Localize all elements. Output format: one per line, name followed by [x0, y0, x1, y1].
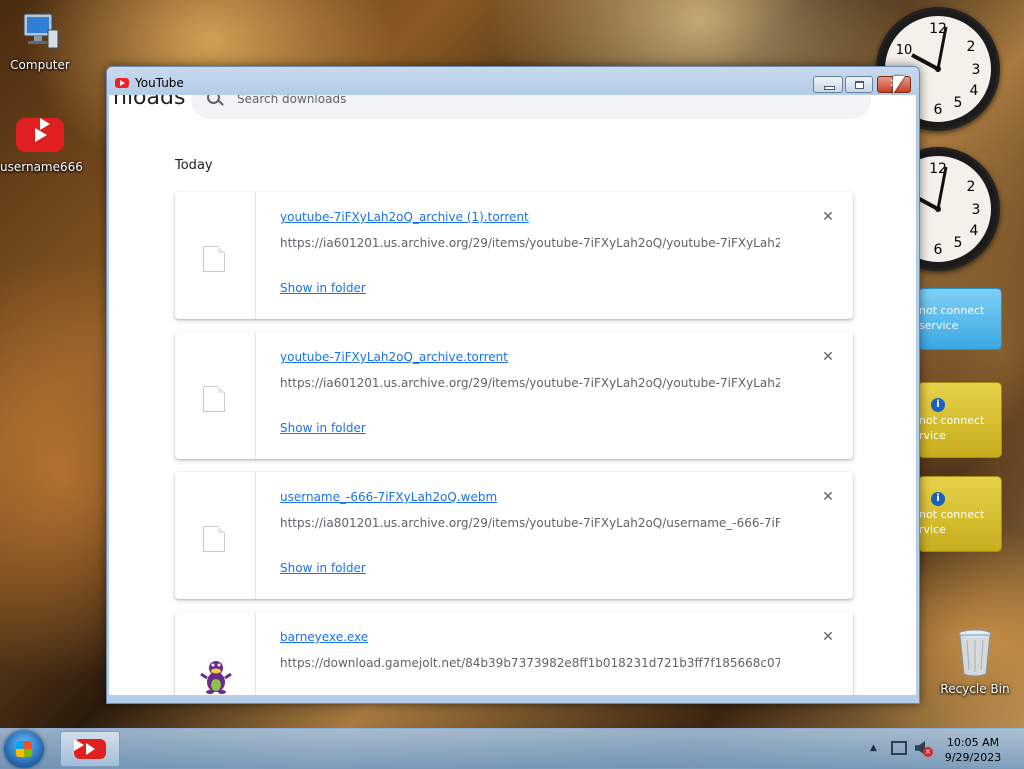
- download-url: https://ia601201.us.archive.org/29/items…: [280, 236, 780, 250]
- download-file-link[interactable]: username_-666-7iFXyLah2oQ.webm: [280, 490, 497, 504]
- mouse-cursor-icon: [893, 76, 905, 94]
- taskbar: ▲ × 10:05 AM 9/29/2023: [0, 728, 1024, 769]
- info-icon: i: [931, 492, 945, 506]
- search-input[interactable]: Search downloads: [237, 95, 346, 106]
- youtube-icon: [115, 78, 129, 88]
- svg-text:2: 2: [967, 39, 976, 55]
- gadget-text: rvice: [919, 429, 946, 442]
- show-in-folder-link[interactable]: Show in folder: [280, 421, 366, 435]
- date-section-title: Today: [175, 158, 213, 173]
- download-item: youtube-7iFXyLah2oQ_archive (1).torrent …: [175, 192, 853, 319]
- tray-date: 9/29/2023: [944, 751, 1002, 764]
- svg-text:4: 4: [970, 223, 979, 239]
- svg-text:2: 2: [967, 179, 976, 195]
- clock-tray[interactable]: 10:05 AM 9/29/2023: [940, 735, 1006, 765]
- desktop-icon-label: Computer: [10, 58, 70, 72]
- show-in-folder-link[interactable]: Show in folder: [280, 281, 366, 295]
- info-icon: i: [931, 398, 945, 412]
- download-url: https://ia601201.us.archive.org/29/items…: [280, 376, 780, 390]
- minimize-button[interactable]: [813, 76, 843, 93]
- mute-icon: ×: [923, 747, 933, 757]
- feed-gadget[interactable]: i not connect rvice: [918, 382, 1002, 458]
- search-bar[interactable]: Search downloads: [191, 95, 871, 119]
- gadget-text: not connect: [919, 414, 985, 427]
- gadget-text: rvice: [919, 523, 946, 536]
- download-file-link[interactable]: youtube-7iFXyLah2oQ_archive.torrent: [280, 350, 508, 364]
- download-item: youtube-7iFXyLah2oQ_archive.torrent http…: [175, 332, 853, 459]
- remove-icon[interactable]: ✕: [821, 350, 835, 364]
- svg-text:5: 5: [954, 235, 963, 251]
- gadget-text: service: [919, 319, 959, 332]
- download-item: username_-666-7iFXyLah2oQ.webm https://i…: [175, 472, 853, 599]
- svg-text:3: 3: [972, 62, 981, 78]
- desktop-icon-username666[interactable]: username666: [0, 118, 83, 174]
- svg-text:3: 3: [972, 202, 981, 218]
- window-title: YouTube: [135, 76, 184, 90]
- start-button[interactable]: [4, 730, 44, 768]
- remove-icon[interactable]: ✕: [821, 490, 835, 504]
- show-in-folder-link[interactable]: Show in folder: [280, 561, 366, 575]
- desktop-icon-computer[interactable]: Computer: [0, 10, 80, 72]
- svg-text:5: 5: [954, 95, 963, 111]
- remove-icon[interactable]: ✕: [821, 630, 835, 644]
- file-icon: [203, 526, 225, 552]
- file-icon: [203, 386, 225, 412]
- feed-gadget[interactable]: i not connect rvice: [918, 476, 1002, 552]
- svg-text:6: 6: [934, 102, 943, 118]
- download-file-link[interactable]: barneyexe.exe: [280, 630, 368, 644]
- tray-time: 10:05 AM: [946, 736, 1000, 749]
- feed-gadget[interactable]: not connect service: [918, 288, 1002, 350]
- file-icon: [203, 246, 225, 272]
- desktop-icon-label: Recycle Bin: [940, 682, 1010, 696]
- search-icon[interactable]: [207, 95, 220, 104]
- barney-icon: [200, 661, 232, 694]
- download-item: barneyexe.exe https://download.gamejolt.…: [175, 612, 853, 695]
- svg-text:10: 10: [896, 43, 913, 58]
- youtube-window: YouTube nloads Search downloads Today yo…: [106, 66, 920, 704]
- desktop-icon-recycle-bin[interactable]: Recycle Bin: [935, 628, 1015, 696]
- page-title: nloads: [113, 95, 186, 110]
- gadget-text: not connect: [919, 304, 985, 317]
- svg-text:4: 4: [970, 83, 979, 99]
- youtube-icon: [16, 118, 64, 152]
- svg-text:6: 6: [934, 242, 943, 258]
- desktop-icon-label: username666: [0, 160, 83, 174]
- download-url: https://download.gamejolt.net/84b39b7373…: [280, 656, 780, 670]
- network-icon[interactable]: [891, 741, 907, 755]
- maximize-button[interactable]: [845, 76, 873, 93]
- recycle-bin-icon: [955, 628, 995, 678]
- show-hidden-icons-icon[interactable]: ▲: [870, 743, 877, 753]
- window-titlebar[interactable]: YouTube: [107, 67, 919, 95]
- computer-icon: [18, 10, 62, 54]
- gadget-text: not connect: [919, 508, 985, 521]
- download-file-link[interactable]: youtube-7iFXyLah2oQ_archive (1).torrent: [280, 210, 529, 224]
- downloads-page: nloads Search downloads Today youtube-7i…: [109, 95, 916, 695]
- remove-icon[interactable]: ✕: [821, 210, 835, 224]
- download-url: https://ia801201.us.archive.org/29/items…: [280, 516, 780, 530]
- taskbar-youtube-button[interactable]: [60, 731, 120, 767]
